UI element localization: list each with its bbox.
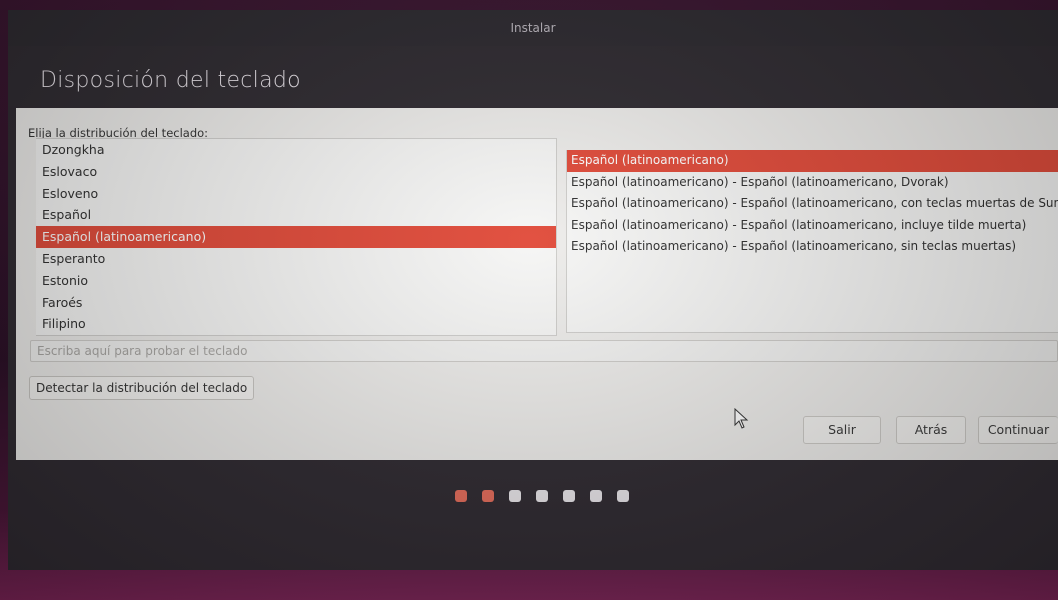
- layout-item[interactable]: Filipino: [36, 313, 556, 335]
- installer-window: Instalar Disposición del teclado Elija l…: [8, 10, 1058, 570]
- back-button[interactable]: Atrás: [896, 416, 966, 444]
- layout-item[interactable]: Dzongkha: [36, 139, 556, 161]
- layout-item-selected[interactable]: Español (latinoamericano): [36, 226, 556, 248]
- progress-dot: [455, 490, 467, 502]
- progress-dot: [482, 490, 494, 502]
- layout-item[interactable]: Eslovaco: [36, 161, 556, 183]
- window-title: Instalar: [510, 21, 556, 35]
- progress-dot: [590, 490, 602, 502]
- page-header: Disposición del teclado: [8, 46, 1058, 106]
- layout-item[interactable]: Esloveno: [36, 183, 556, 205]
- variant-item[interactable]: Español (latinoamericano) - Español (lat…: [567, 215, 1058, 237]
- keyboard-test-input[interactable]: [30, 340, 1058, 362]
- detect-layout-button[interactable]: Detectar la distribución del teclado: [29, 376, 255, 400]
- mouse-pointer-icon: [734, 408, 749, 429]
- variant-item[interactable]: Español (latinoamericano) - Español (lat…: [567, 172, 1058, 194]
- progress-dot: [617, 490, 629, 502]
- page-title: Disposición del teclado: [40, 68, 301, 93]
- layout-item[interactable]: Español: [36, 204, 556, 226]
- layout-item[interactable]: Esperanto: [36, 248, 556, 270]
- content-panel: Elija la distribución del teclado: Dzong…: [16, 108, 1058, 460]
- variant-item[interactable]: Español (latinoamericano) - Español (lat…: [567, 236, 1058, 258]
- keyboard-variant-list[interactable]: Español (latinoamericano) Español (latin…: [566, 150, 1058, 333]
- layout-item[interactable]: Faroés: [36, 292, 556, 314]
- layout-item[interactable]: Estonio: [36, 270, 556, 292]
- quit-button[interactable]: Salir: [803, 416, 881, 444]
- progress-dots: [455, 490, 629, 502]
- keyboard-layout-list[interactable]: Dzongkha Eslovaco Esloveno Español Españ…: [36, 138, 557, 336]
- variant-item-selected[interactable]: Español (latinoamericano): [567, 150, 1058, 172]
- progress-dot: [509, 490, 521, 502]
- window-titlebar: Instalar: [8, 10, 1058, 46]
- variant-item[interactable]: Español (latinoamericano) - Español (lat…: [567, 193, 1058, 215]
- continue-button[interactable]: Continuar: [978, 416, 1058, 444]
- progress-dot: [563, 490, 575, 502]
- progress-dot: [536, 490, 548, 502]
